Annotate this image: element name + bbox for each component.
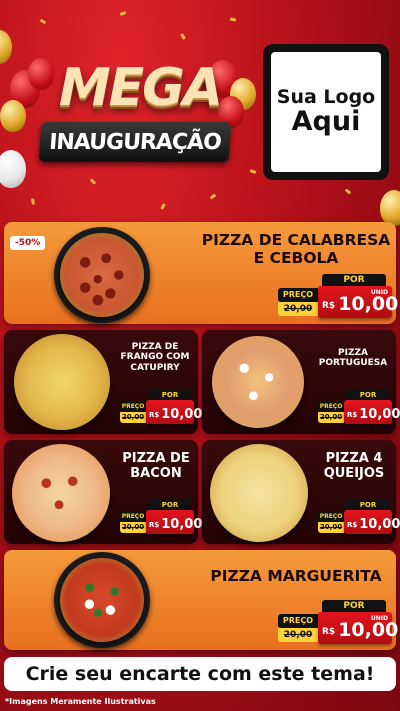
price-por-label: POR <box>346 500 390 510</box>
confetti <box>39 18 47 25</box>
price-preco-label: PREÇO <box>120 511 146 522</box>
confetti <box>31 198 35 205</box>
price-por-label: POR <box>148 390 192 400</box>
price-preco-label: PREÇO <box>120 401 146 412</box>
price-preco-label: PREÇO <box>278 288 318 302</box>
balloon-icon <box>0 30 12 64</box>
current-price: R$ 10,00 <box>146 510 202 534</box>
pizza-image-marguerita <box>60 558 144 642</box>
price-por-label: POR <box>322 600 386 612</box>
confetti <box>209 193 217 200</box>
headline-inauguracao: INAUGURAÇÃO <box>38 122 232 162</box>
product-name: PIZZA 4 QUEIJOS <box>323 451 385 481</box>
old-price: 20,00 <box>278 302 318 316</box>
balloon-icon <box>0 150 26 188</box>
logo-text-line2: Aqui <box>291 105 361 137</box>
confetti <box>344 188 352 195</box>
confetti <box>89 178 97 185</box>
product-name: PIZZA DE BACON <box>122 451 190 481</box>
pizza-image-bacon <box>12 444 110 542</box>
price-por-label: POR <box>346 390 390 400</box>
disclaimer-text: *Imagens Meramente Ilustrativas <box>5 697 156 706</box>
price-tag: POR PREÇO 20,00 R$ 10,00 UNID <box>276 274 398 320</box>
logo-placeholder: Sua Logo Aqui <box>263 44 389 180</box>
price-tag: POR PREÇO 20,00 R$ 10,00 <box>318 390 400 426</box>
price-por-label: POR <box>322 274 386 286</box>
price-tag: POR PREÇO 20,00 R$ 10,00 <box>120 500 202 536</box>
confetti <box>249 169 257 174</box>
old-price: 20,00 <box>278 628 318 642</box>
discount-badge: -50% <box>10 236 46 250</box>
confetti <box>180 33 186 40</box>
price-tag: POR PREÇO 20,00 R$ 10,00 UNID <box>276 600 398 646</box>
confetti <box>160 203 166 210</box>
current-price: R$ 10,00 UNID <box>318 612 398 644</box>
footer-banner: Crie seu encarte com este tema! <box>4 657 396 691</box>
old-price: 20,00 <box>318 412 344 423</box>
current-price: R$ 10,00 UNID <box>318 286 398 318</box>
price-tag: POR PREÇO 20,00 R$ 10,00 <box>318 500 400 536</box>
price-preco-label: PREÇO <box>318 401 344 412</box>
product-name: PIZZA DE CALABRESA E CEBOLA <box>201 231 391 267</box>
old-price: 20,00 <box>120 522 146 533</box>
price-tag: POR PREÇO 20,00 R$ 10,00 <box>120 390 202 426</box>
product-name: PIZZA PORTUGUESA <box>318 348 388 369</box>
old-price: 20,00 <box>318 522 344 533</box>
pizza-image-frango <box>14 334 110 430</box>
current-price: R$ 10,00 <box>344 510 400 534</box>
product-name: PIZZA DE FRANGO COM CATUPIRY <box>120 342 190 373</box>
product-name: PIZZA MARGUERITA <box>210 567 382 585</box>
confetti <box>119 11 127 16</box>
pizza-image-portuguesa <box>212 336 304 428</box>
old-price: 20,00 <box>120 412 146 423</box>
current-price: R$ 10,00 <box>344 400 400 424</box>
headline-mega: MEGA <box>58 58 223 118</box>
confetti <box>229 17 237 22</box>
price-por-label: POR <box>148 500 192 510</box>
pizza-image-calabresa <box>60 233 144 317</box>
price-preco-label: PREÇO <box>318 511 344 522</box>
balloon-icon <box>380 190 400 226</box>
logo-text-line1: Sua Logo <box>276 85 376 108</box>
price-preco-label: PREÇO <box>278 614 318 628</box>
flyer: MEGA INAUGURAÇÃO Sua Logo Aqui -50% PIZZ… <box>0 0 400 711</box>
pizza-image-4-queijos <box>210 444 308 542</box>
current-price: R$ 10,00 <box>146 400 202 424</box>
balloon-icon <box>0 100 26 132</box>
